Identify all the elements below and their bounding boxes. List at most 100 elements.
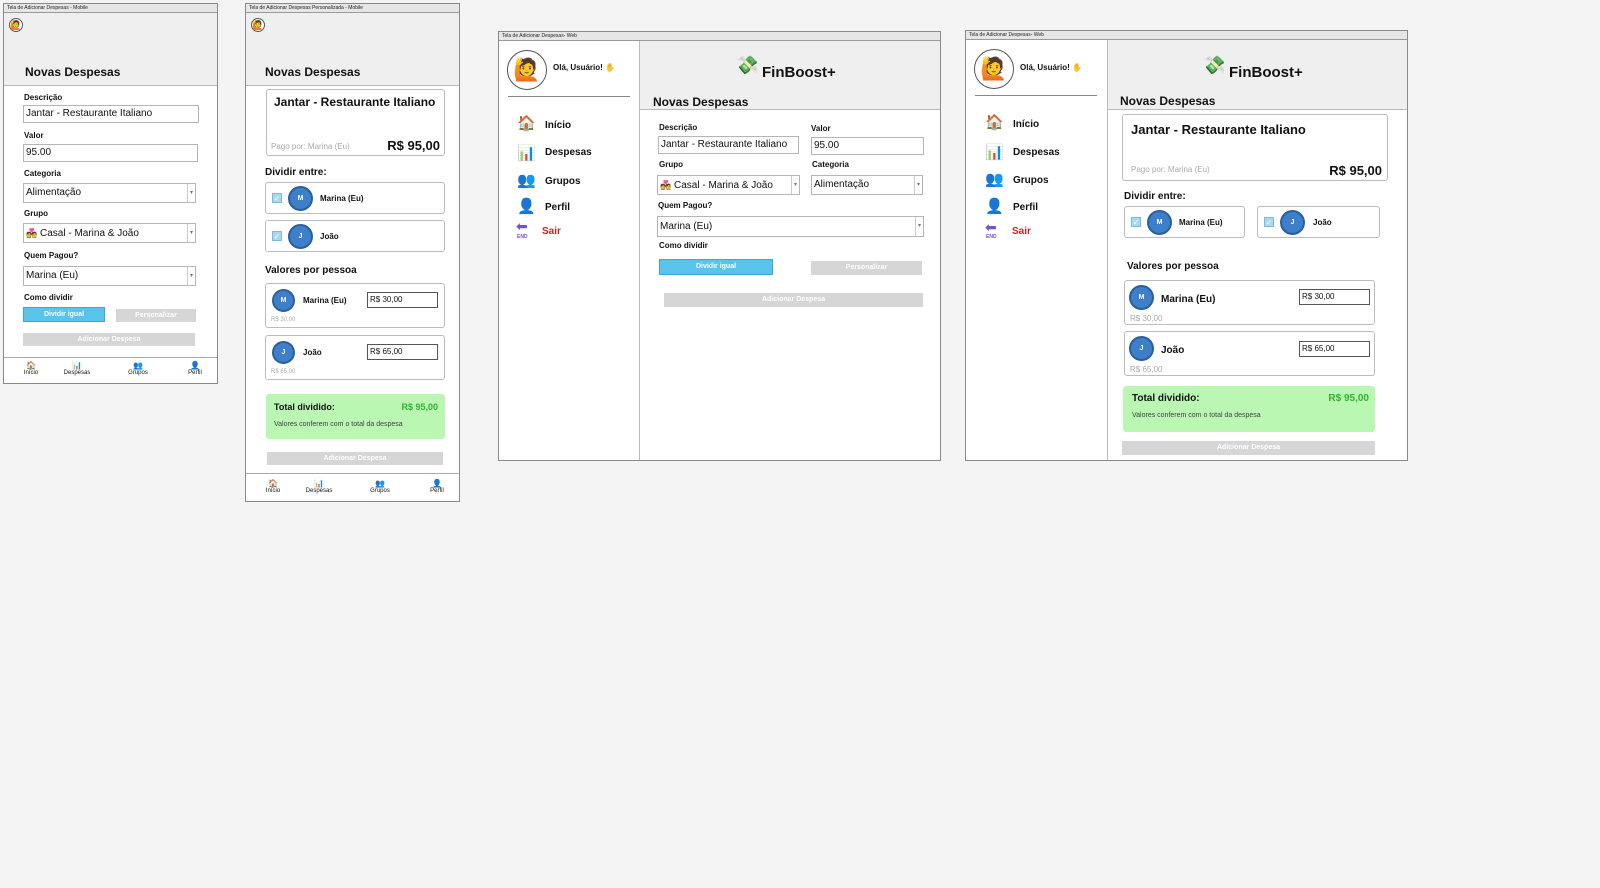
page-title: Novas Despesas xyxy=(653,95,749,109)
nav-item-grupos[interactable]: 👥 Grupos xyxy=(118,361,158,376)
exit-arrow-icon: ⬅ xyxy=(516,218,528,234)
quem-pagou-value: Marina (Eu) xyxy=(26,270,79,281)
label-como-dividir: Como dividir xyxy=(659,241,708,250)
categoria-select[interactable]: Alimentação ▾ xyxy=(811,175,923,195)
paid-by-text: Pago por: Marina (Eu) xyxy=(1131,165,1210,174)
home-icon: 🏠 xyxy=(517,115,536,132)
person-value-input[interactable]: R$ 30,00 xyxy=(367,292,438,308)
person-value-hint: R$ 30,00 xyxy=(1130,314,1163,323)
nav-label: Despesas xyxy=(63,370,91,376)
participant-card[interactable]: ✓ M Marina (Eu) xyxy=(1124,206,1245,238)
checkbox-checked-icon[interactable]: ✓ xyxy=(272,193,282,203)
nav-item-perfil[interactable]: 👤 Perfil xyxy=(175,361,215,376)
grupo-value: Casal - Marina & João xyxy=(674,180,773,191)
dividir-igual-button[interactable]: Dividir igual xyxy=(659,259,773,275)
categoria-value: Alimentação xyxy=(26,187,82,198)
nav-label: Perfil xyxy=(430,488,444,494)
nav-item-perfil[interactable]: 👤 Perfil xyxy=(417,479,457,494)
chart-icon: 📊 xyxy=(314,479,324,488)
avatar-logo-icon[interactable]: 🙋 xyxy=(251,18,265,32)
total-summary-box: Total dividido: R$ 95,00 Valores confere… xyxy=(266,394,445,439)
chevron-down-icon: ▾ xyxy=(187,184,195,202)
participant-card[interactable]: ✓ J João xyxy=(1257,206,1380,238)
sidebar-item-grupos[interactable]: Grupos xyxy=(545,176,581,187)
checkbox-checked-icon[interactable]: ✓ xyxy=(1264,217,1274,227)
valor-input[interactable]: 95.00 xyxy=(23,144,198,162)
nav-item-grupos[interactable]: 👥 Grupos xyxy=(360,479,400,494)
person-value-card: M Marina (Eu) R$ 30,00 R$ 30,00 xyxy=(1124,280,1375,325)
label-quem-pagou: Quem Pagou? xyxy=(24,251,79,260)
checkbox-checked-icon[interactable]: ✓ xyxy=(1131,217,1141,227)
descricao-input[interactable]: Jantar - Restaurante Italiano xyxy=(658,136,799,154)
nav-item-inicio[interactable]: 🏠 Início xyxy=(253,479,293,494)
chevron-down-icon: ▾ xyxy=(187,267,195,285)
avatar: J xyxy=(1280,210,1305,235)
nav-label: Grupos xyxy=(128,370,148,376)
quem-pagou-select[interactable]: Marina (Eu) ▾ xyxy=(23,266,196,286)
person-value-card: J João R$ 65,00 R$ 65,00 xyxy=(265,335,445,380)
nav-label: Despesas xyxy=(305,488,333,494)
sidebar-item-despesas[interactable]: Despesas xyxy=(1013,147,1060,158)
expense-amount: R$ 95,00 xyxy=(387,138,440,153)
personalizar-button[interactable]: Personalizar xyxy=(116,309,196,322)
sidebar-item-inicio[interactable]: Início xyxy=(1013,119,1039,130)
user-icon: 👤 xyxy=(517,198,536,215)
participant-card[interactable]: ✓ J João xyxy=(265,220,445,252)
page-title: Novas Despesas xyxy=(25,65,121,79)
grupo-select[interactable]: 💑 Casal - Marina & João ▾ xyxy=(23,223,196,243)
frame-title: Tela de Adicionar Despesas - Mobile xyxy=(4,4,217,13)
person-value-hint: R$ 65,00 xyxy=(1130,365,1163,374)
person-name: João xyxy=(1161,345,1185,356)
adicionar-despesa-button[interactable]: Adicionar Despesa xyxy=(23,333,195,346)
categoria-select[interactable]: Alimentação ▾ xyxy=(23,183,196,203)
adicionar-despesa-button[interactable]: Adicionar Despesa xyxy=(664,293,923,307)
label-grupo: Grupo xyxy=(659,160,683,169)
money-hand-icon: 💸 xyxy=(736,55,759,75)
label-grupo: Grupo xyxy=(24,209,48,218)
sidebar-item-despesas[interactable]: Despesas xyxy=(545,147,592,158)
quem-pagou-select[interactable]: Marina (Eu) ▾ xyxy=(657,216,924,237)
frame-mobile-custom-split: Tela de Adicionar Despesas Personalizada… xyxy=(245,3,460,502)
grupo-select[interactable]: 💑 Casal - Marina & João ▾ xyxy=(657,175,800,195)
adicionar-despesa-button[interactable]: Adicionar Despesa xyxy=(267,452,443,465)
exit-arrow-icon: ⬅ xyxy=(985,219,997,235)
avatar-logo-icon[interactable]: 🙋 xyxy=(9,18,23,32)
person-value-input[interactable]: R$ 30,00 xyxy=(1299,289,1370,305)
frame-web-custom-split: Tela de Adicionar Despesas- Web 🙋 Olá, U… xyxy=(965,30,1408,461)
brand-name: FinBoost+ xyxy=(1229,64,1303,81)
participant-name: João xyxy=(1313,218,1332,227)
person-value-input[interactable]: R$ 65,00 xyxy=(367,344,438,360)
label-categoria: Categoria xyxy=(812,160,849,169)
label-categoria: Categoria xyxy=(24,169,61,178)
valor-input[interactable]: 95.00 xyxy=(811,137,924,155)
nav-item-inicio[interactable]: 🏠 Início xyxy=(11,361,51,376)
nav-item-despesas[interactable]: 📊 Despesas xyxy=(57,361,97,376)
end-label: END xyxy=(517,234,528,240)
person-value-hint: R$ 65,00 xyxy=(271,369,296,375)
sidebar-item-inicio[interactable]: Início xyxy=(545,120,571,131)
sidebar-item-sair[interactable]: Sair xyxy=(1012,226,1031,237)
dividir-igual-button[interactable]: Dividir igual xyxy=(23,307,105,322)
avatar: M xyxy=(272,289,295,312)
end-label: END xyxy=(986,234,997,240)
nav-item-despesas[interactable]: 📊 Despesas xyxy=(299,479,339,494)
person-value-input[interactable]: R$ 65,00 xyxy=(1299,341,1370,357)
participant-card[interactable]: ✓ M Marina (Eu) xyxy=(265,182,445,214)
person-value-card: J João R$ 65,00 R$ 65,00 xyxy=(1124,331,1375,376)
dividir-entre-label: Dividir entre: xyxy=(265,167,327,178)
avatar-logo-icon[interactable]: 🙋 xyxy=(974,49,1014,89)
avatar: J xyxy=(272,341,295,364)
expense-title: Jantar - Restaurante Italiano xyxy=(274,95,436,109)
sidebar-item-perfil[interactable]: Perfil xyxy=(545,202,570,213)
brand-name: FinBoost+ xyxy=(762,64,836,81)
participant-name: João xyxy=(320,232,339,241)
adicionar-despesa-button[interactable]: Adicionar Despesa xyxy=(1122,441,1375,455)
sidebar-item-grupos[interactable]: Grupos xyxy=(1013,175,1049,186)
sidebar-item-sair[interactable]: Sair xyxy=(542,226,561,237)
personalizar-button[interactable]: Personalizar xyxy=(811,261,922,275)
checkbox-checked-icon[interactable]: ✓ xyxy=(272,231,282,241)
sidebar-item-perfil[interactable]: Perfil xyxy=(1013,202,1038,213)
frame-title: Tela de Adicionar Despesas- Web xyxy=(499,32,940,41)
avatar-logo-icon[interactable]: 🙋 xyxy=(507,50,547,90)
descricao-input[interactable]: Jantar - Restaurante Italiano xyxy=(23,105,199,123)
